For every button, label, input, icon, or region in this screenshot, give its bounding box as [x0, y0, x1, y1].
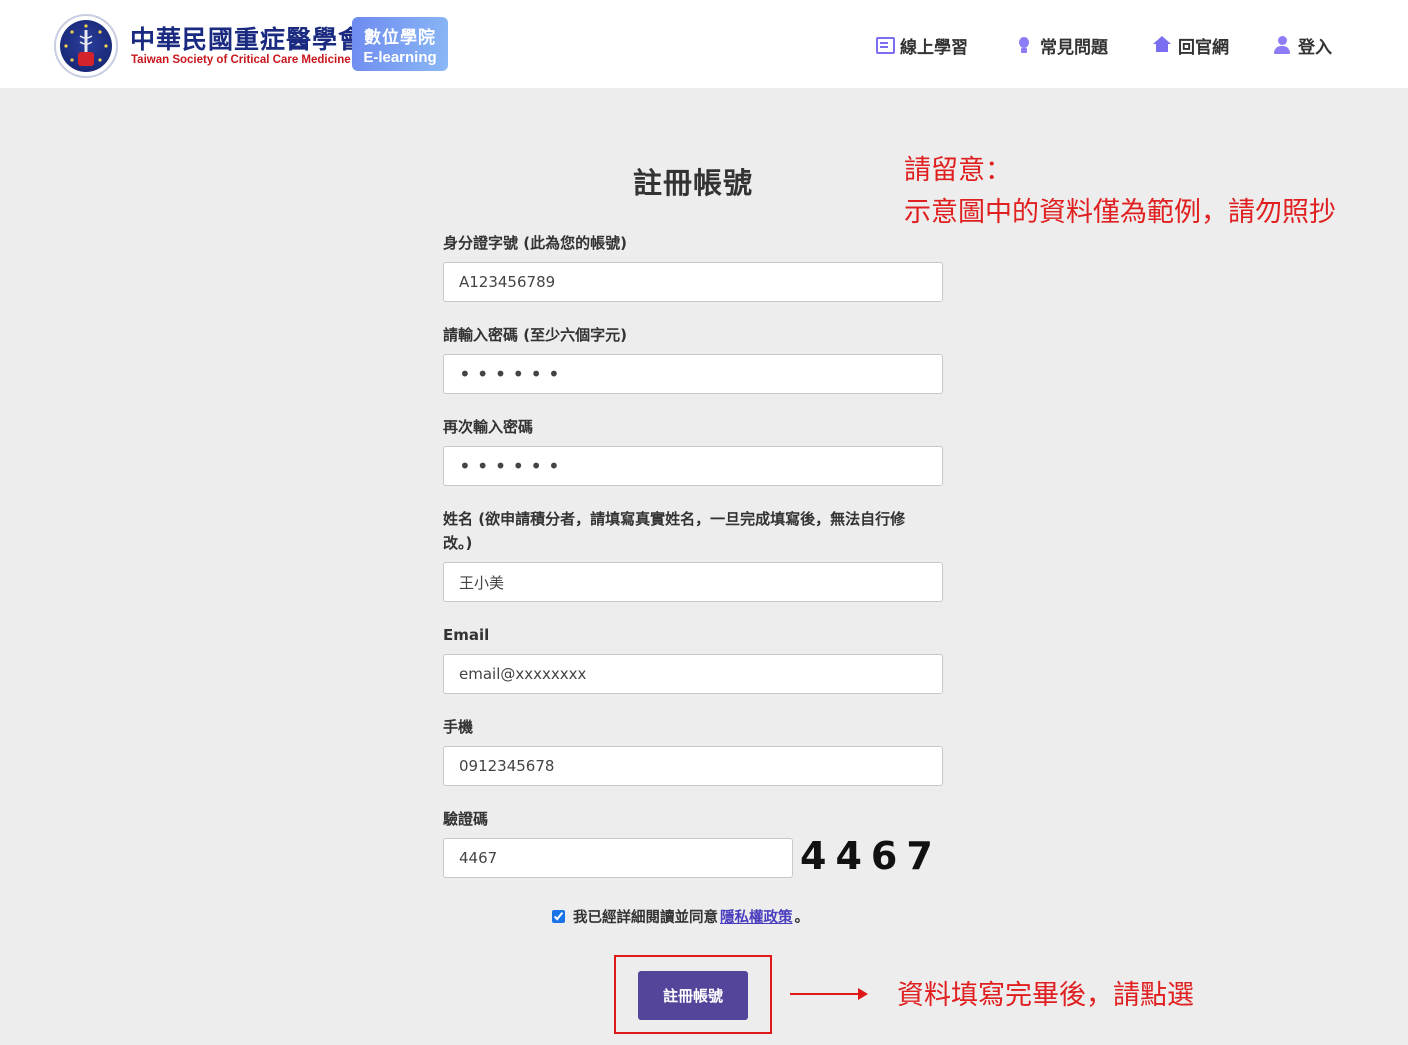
nav-faq[interactable]: 常見問題	[1014, 33, 1108, 58]
confirm-password-label: 再次輸入密碼	[443, 418, 534, 436]
confirm-password-input[interactable]	[443, 446, 943, 486]
privacy-policy-link[interactable]: 隱私權政策	[720, 906, 793, 927]
home-icon	[1152, 35, 1172, 55]
user-icon	[1272, 35, 1292, 55]
privacy-agreement: 我已經詳細閱讀並同意 隱私權政策 。	[552, 905, 809, 927]
email-label: Email	[443, 626, 490, 644]
notice-line-2: 示意圖中的資料僅為範例，請勿照抄	[904, 197, 1336, 228]
name-label-line-2: 改。)	[443, 534, 473, 552]
society-logo[interactable]	[54, 14, 118, 78]
elearning-badge[interactable]: 數位學院 E-learning	[352, 17, 448, 71]
online-learning-icon	[874, 35, 895, 55]
nav-login[interactable]: 登入	[1272, 33, 1332, 58]
name-label-line-1: 姓名 (欲申請積分者，請填寫真實姓名，一旦完成填寫後，無法自行修	[443, 510, 906, 528]
logo-cross-icon	[78, 52, 94, 66]
captcha-label: 驗證碼	[443, 810, 489, 828]
phone-input[interactable]	[443, 746, 943, 786]
agree-text: 我已經詳細閱讀並同意	[573, 909, 718, 926]
password-label: 請輸入密碼 (至少六個字元)	[443, 326, 627, 344]
nav-label: 登入	[1298, 37, 1332, 58]
lightbulb-icon	[1014, 35, 1034, 55]
password-input[interactable]	[443, 354, 943, 394]
badge-subtitle: E-learning	[363, 49, 437, 66]
org-name-english[interactable]: Taiwan Society of Critical Care Medicine	[131, 54, 351, 66]
pointer-arrow-icon	[790, 988, 868, 1000]
nav-official-site[interactable]: 回官網	[1152, 33, 1229, 58]
phone-label: 手機	[443, 718, 474, 736]
notice-line-1: 請留意：	[904, 155, 1012, 186]
nav-online-learning[interactable]: 線上學習	[874, 33, 968, 58]
captcha-input[interactable]	[443, 838, 793, 878]
email-input[interactable]	[443, 654, 943, 694]
id-number-label: 身分證字號 (此為您的帳號)	[443, 234, 627, 252]
badge-title: 數位學院	[364, 28, 436, 48]
site-header: 中華民國重症醫學會 Taiwan Society of Critical Car…	[0, 0, 1408, 88]
id-number-input[interactable]	[443, 262, 943, 302]
logo-emblem	[60, 20, 112, 72]
agree-checkbox[interactable]	[552, 909, 565, 923]
nav-label: 常見問題	[1040, 37, 1108, 58]
captcha-image: 4467	[800, 834, 942, 878]
name-label: 姓名 (欲申請積分者，請填寫真實姓名，一旦完成填寫後，無法自行修 改。)	[443, 507, 905, 555]
name-input[interactable]	[443, 562, 943, 602]
page-title: 註冊帳號	[632, 166, 753, 200]
nav-label: 線上學習	[900, 37, 968, 58]
agree-suffix: 。	[794, 909, 810, 926]
register-submit-button[interactable]: 註冊帳號	[638, 971, 748, 1020]
nav-label: 回官網	[1178, 37, 1229, 58]
submit-instruction: 資料填寫完畢後，請點選	[897, 980, 1194, 1011]
org-name[interactable]: 中華民國重症醫學會	[130, 20, 364, 56]
sample-data-notice: 請留意： 示意圖中的資料僅為範例，請勿照抄	[904, 150, 1336, 234]
